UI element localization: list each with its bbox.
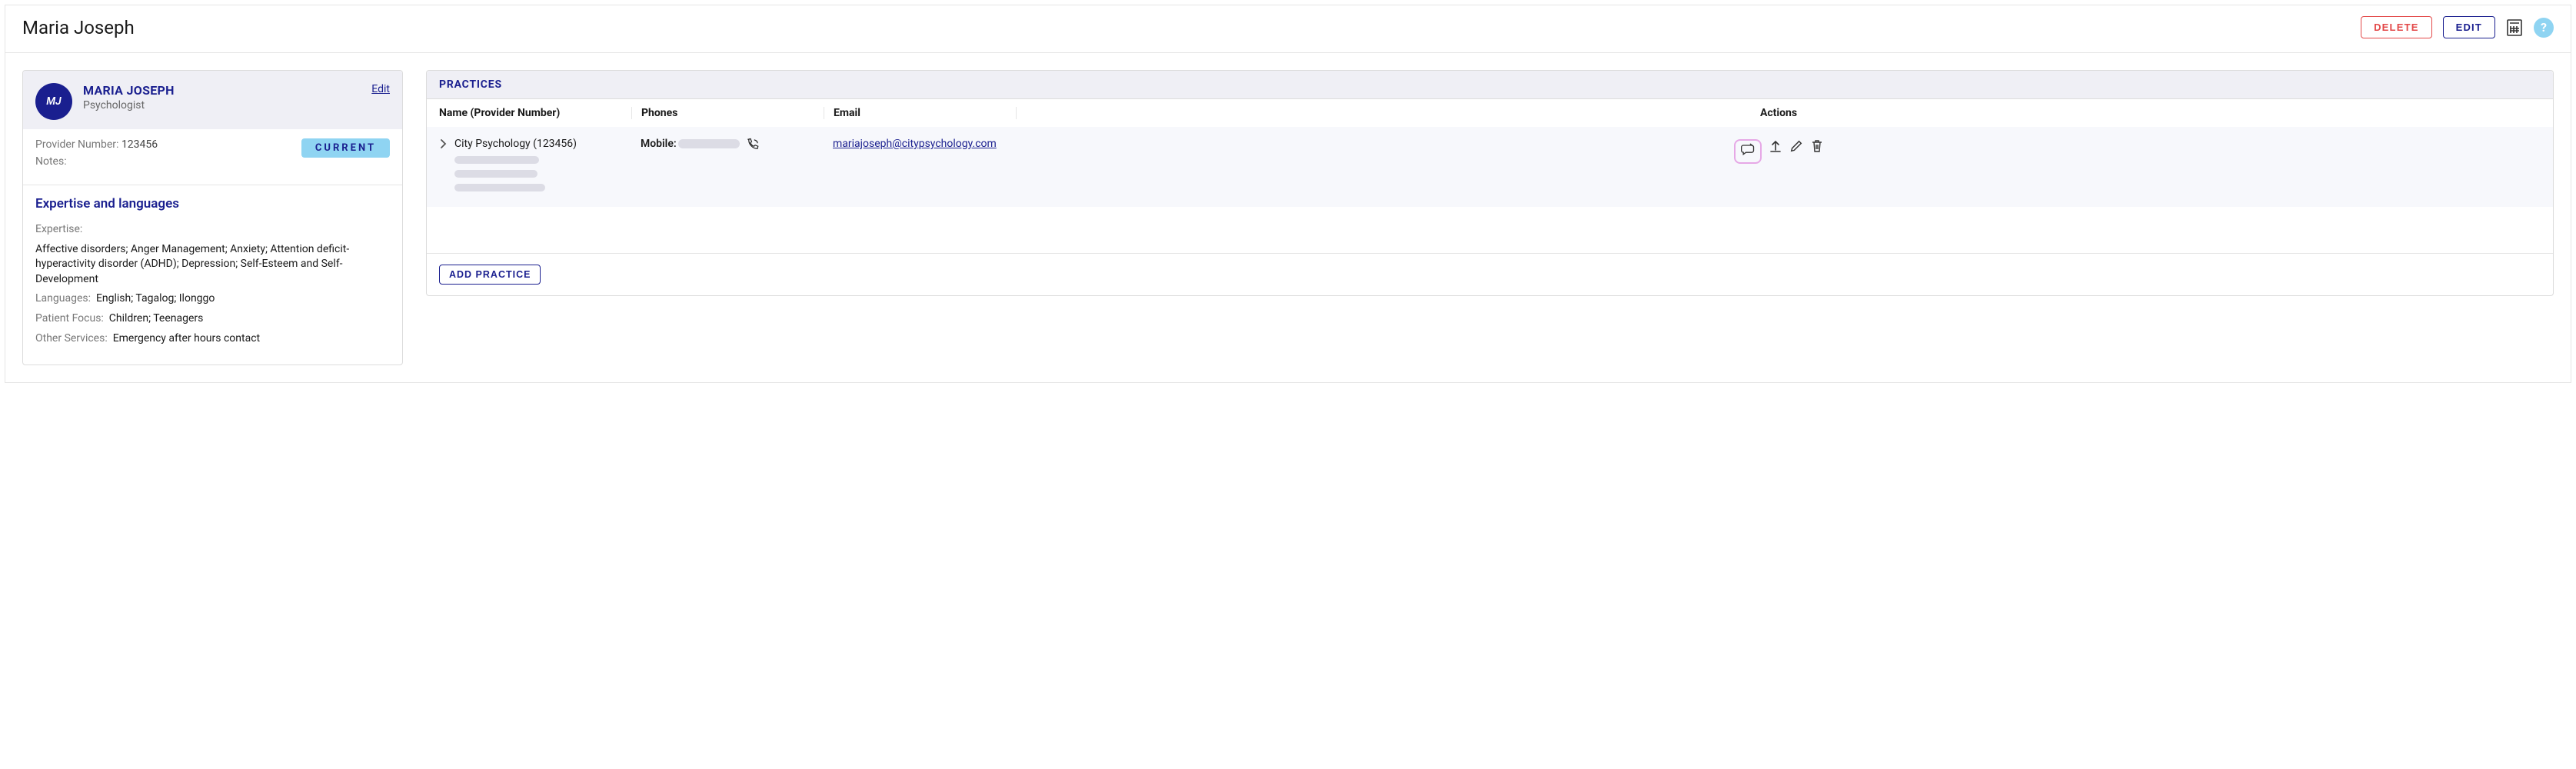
other-value: Emergency after hours contact: [113, 332, 260, 345]
profile-card: MJ MARIA JOSEPH Psychologist Edit Provid…: [22, 70, 403, 365]
message-icon[interactable]: [1740, 142, 1756, 156]
languages-label: Languages:: [35, 292, 91, 305]
phone-icon[interactable]: [746, 138, 760, 151]
expertise-value: Affective disorders; Anger Management; A…: [35, 242, 390, 288]
edit-icon[interactable]: [1789, 139, 1803, 164]
column-name: Name (Provider Number): [439, 107, 631, 119]
practice-email-link[interactable]: mariajoseph@citypsychology.com: [833, 138, 997, 150]
redacted-phone: [678, 139, 740, 148]
provider-number-value: 123456: [121, 138, 158, 151]
message-action-highlight: [1734, 139, 1762, 164]
header-actions: DELETE EDIT ?: [2361, 16, 2554, 38]
practices-panel-title: PRACTICES: [427, 71, 2553, 99]
table-row: City Psychology (123456) Mobile:: [427, 127, 2553, 207]
focus-label: Patient Focus:: [35, 312, 104, 325]
page-title: Maria Joseph: [22, 17, 135, 38]
phone-label: Mobile:: [641, 138, 677, 150]
edit-button[interactable]: EDIT: [2443, 16, 2495, 38]
delete-button[interactable]: DELETE: [2361, 16, 2431, 38]
status-badge: CURRENT: [301, 138, 390, 158]
redacted-line: [454, 170, 537, 178]
trash-icon[interactable]: [1811, 139, 1823, 164]
column-email: Email: [824, 107, 1016, 119]
notes-label: Notes:: [35, 155, 67, 168]
avatar: MJ: [35, 83, 72, 120]
focus-value: Children; Teenagers: [109, 312, 204, 325]
calculator-icon[interactable]: [2506, 18, 2523, 37]
page-header: Maria Joseph DELETE EDIT ?: [5, 5, 2571, 53]
profile-name: MARIA JOSEPH: [83, 83, 175, 98]
edit-profile-link[interactable]: Edit: [371, 83, 390, 95]
column-actions: Actions: [1016, 107, 2541, 119]
redacted-line: [454, 184, 545, 191]
other-label: Other Services:: [35, 332, 108, 345]
expand-row-icon[interactable]: [439, 138, 448, 191]
practice-name: City Psychology (123456): [454, 138, 577, 150]
expertise-label: Expertise:: [35, 223, 82, 235]
profile-role: Psychologist: [83, 99, 175, 112]
help-icon[interactable]: ?: [2534, 18, 2554, 38]
practices-panel: PRACTICES Name (Provider Number) Phones …: [426, 70, 2554, 296]
redacted-line: [454, 156, 539, 164]
upload-icon[interactable]: [1769, 139, 1782, 164]
column-phones: Phones: [631, 107, 824, 119]
add-practice-button[interactable]: ADD PRACTICE: [439, 265, 541, 285]
languages-value: English; Tagalog; Ilonggo: [96, 292, 215, 305]
expertise-section-title: Expertise and languages: [35, 196, 390, 211]
provider-number-label: Provider Number:: [35, 138, 118, 151]
